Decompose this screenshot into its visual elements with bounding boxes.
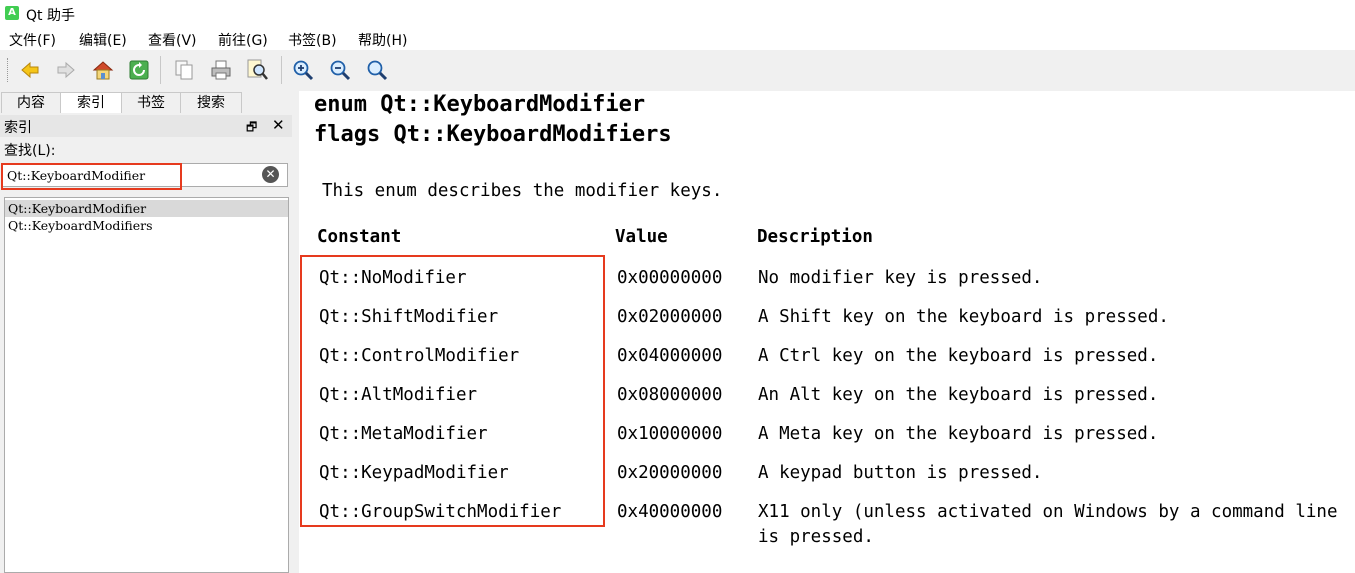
table-cell-value: 0x00000000 [617, 268, 723, 288]
print-icon[interactable] [208, 57, 234, 83]
panel-splitter[interactable] [292, 91, 299, 573]
table-cell-description: No modifier key is pressed. [758, 268, 1043, 288]
table-cell-value: 0x20000000 [617, 463, 723, 483]
table-cell-value: 0x02000000 [617, 307, 723, 327]
menu-edit[interactable]: 编辑(E) [79, 30, 127, 50]
table-cell-description: A Ctrl key on the keyboard is pressed. [758, 346, 1159, 366]
search-highlight-box [1, 163, 182, 190]
menu-bar: 文件(F) 编辑(E) 查看(V) 前往(G) 书签(B) 帮助(H) [0, 28, 1355, 50]
dock-title: 索引 [4, 120, 32, 136]
sync-icon[interactable] [126, 57, 152, 83]
table-cell-description: A Meta key on the keyboard is pressed. [758, 424, 1159, 444]
zoom-out-icon[interactable] [327, 57, 353, 83]
window-title: Qt 助手 [26, 8, 75, 24]
table-cell-description: A keypad button is pressed. [758, 463, 1043, 483]
dock-header: 索引 🗗 ✕ [0, 115, 292, 137]
clear-search-icon[interactable]: ✕ [262, 166, 279, 183]
table-cell-description: X11 only (unless activated on Windows by… [758, 502, 1338, 522]
forward-arrow-icon[interactable] [53, 57, 79, 83]
table-cell-value: 0x40000000 [617, 502, 723, 522]
zoom-in-icon[interactable] [290, 57, 316, 83]
doc-content: enum Qt::KeyboardModifier flags Qt::Keyb… [299, 91, 1355, 573]
toolbar-grip[interactable] [7, 58, 10, 82]
column-header-value: Value [615, 227, 668, 247]
constants-highlight-box [300, 255, 605, 527]
app-logo-icon: A [5, 6, 19, 20]
tab-bookmarks[interactable]: 书签 [121, 92, 181, 113]
table-cell-value: 0x04000000 [617, 346, 723, 366]
toolbar-separator [281, 56, 282, 84]
tab-search[interactable]: 搜索 [180, 92, 242, 113]
list-item[interactable]: Qt::KeyboardModifiers [5, 217, 288, 234]
toolbar-separator [160, 56, 161, 84]
doc-heading-flags: flags Qt::KeyboardModifiers [314, 122, 672, 147]
menu-help[interactable]: 帮助(H) [358, 30, 407, 50]
close-icon[interactable]: ✕ [272, 116, 285, 134]
sidebar-tabs: 内容 索引 书签 搜索 [0, 91, 292, 113]
home-icon[interactable] [90, 57, 116, 83]
title-bar: A Qt 助手 [0, 0, 1355, 28]
table-cell-description-continued: is pressed. [758, 527, 874, 547]
left-panel: 内容 索引 书签 搜索 索引 🗗 ✕ 查找(L): Qt::KeyboardMo… [0, 91, 292, 573]
list-item[interactable]: Qt::KeyboardModifier [5, 200, 288, 217]
menu-go[interactable]: 前往(G) [218, 30, 268, 50]
doc-heading-enum: enum Qt::KeyboardModifier [314, 92, 646, 117]
copy-icon[interactable] [171, 57, 197, 83]
menu-file[interactable]: 文件(F) [9, 30, 56, 50]
zoom-reset-icon[interactable] [364, 57, 390, 83]
float-window-icon[interactable]: 🗗 [246, 118, 257, 139]
table-cell-description: A Shift key on the keyboard is pressed. [758, 307, 1169, 327]
toolbar [0, 50, 1355, 92]
table-cell-value: 0x10000000 [617, 424, 723, 444]
column-header-constant: Constant [317, 227, 402, 247]
find-label: 查找(L): [4, 143, 56, 159]
index-result-list[interactable]: Qt::KeyboardModifier Qt::KeyboardModifie… [4, 197, 289, 573]
doc-intro: This enum describes the modifier keys. [322, 181, 723, 201]
table-cell-value: 0x08000000 [617, 385, 723, 405]
table-cell-description: An Alt key on the keyboard is pressed. [758, 385, 1159, 405]
column-header-description: Description [757, 227, 873, 247]
back-arrow-icon[interactable] [17, 57, 43, 83]
find-icon[interactable] [245, 57, 271, 83]
menu-bookmarks[interactable]: 书签(B) [288, 30, 337, 50]
tab-contents[interactable]: 内容 [1, 92, 61, 113]
menu-view[interactable]: 查看(V) [148, 30, 197, 50]
tab-index[interactable]: 索引 [60, 92, 122, 113]
